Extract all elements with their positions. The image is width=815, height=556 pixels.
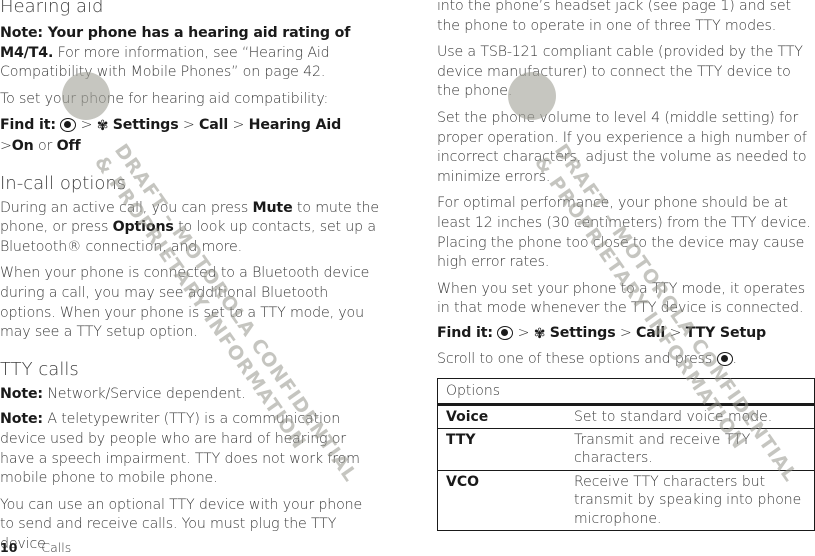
text: A teletypewriter (TTY) is a communicatio… xyxy=(0,411,360,487)
path-off: Off xyxy=(56,137,81,154)
text: Network/Service dependent. xyxy=(42,385,246,402)
page-footer: 10 Calls xyxy=(0,540,71,555)
note-label: Note: xyxy=(0,385,43,402)
tty-find-it: Find it: > ✾ Settings > Call > TTY Setup xyxy=(437,324,815,345)
hearing-aid-note: Note: Your phone has a hearing aid ratin… xyxy=(0,24,380,83)
find-it-label: Find it: xyxy=(437,324,493,341)
in-call-paragraph-2: When your phone is connected to a Blueto… xyxy=(0,265,370,341)
right-paragraph-3: Set the phone volume to level 4 (middle … xyxy=(437,109,807,185)
path-on: On xyxy=(11,137,34,154)
right-paragraph-1: into the phone’s headset jack (see page … xyxy=(437,0,791,34)
option-desc: Set to standard voice mode. xyxy=(574,403,815,429)
text: Scroll to one of these options and press xyxy=(437,350,717,367)
path-settings: Settings xyxy=(549,324,616,341)
separator: > xyxy=(619,324,632,341)
right-paragraph-2: Use a TSB-121 compliant cable (provided … xyxy=(437,44,803,100)
table-row: VCO Receive TTY characters but transmit … xyxy=(437,469,815,531)
hearing-aid-find-it: Find it: > ✾ Settings > Call > Hearing A… xyxy=(0,116,380,156)
nav-key-icon xyxy=(497,325,514,340)
mute-label: Mute xyxy=(252,199,293,216)
section-title-tty-calls: TTY calls xyxy=(0,358,79,380)
option-name: Voice xyxy=(437,403,574,429)
right-paragraph-4: For optimal performance, your phone shou… xyxy=(437,195,811,271)
section-title-hearing-aid: Hearing aid xyxy=(0,0,104,17)
left-column: Hearing aid Note: Your phone has a heari… xyxy=(0,0,380,554)
right-column: into the phone’s headset jack (see page … xyxy=(437,0,815,531)
nav-key-icon xyxy=(716,351,733,366)
section-name: Calls xyxy=(41,540,72,555)
or-text: or xyxy=(38,137,53,154)
separator: > xyxy=(232,117,245,134)
path-call: Call xyxy=(636,324,666,341)
option-desc: Receive TTY characters but transmit by s… xyxy=(574,469,815,531)
scroll-instruction: Scroll to one of these options and press… xyxy=(437,350,815,370)
page-number: 10 xyxy=(0,540,18,555)
separator: > xyxy=(517,324,530,341)
table-header-row: Options xyxy=(437,378,815,406)
in-call-paragraph-1: During an active call, you can press Mut… xyxy=(0,199,380,258)
tty-options-table: Options Voice Set to standard voice mode… xyxy=(437,378,815,531)
text: During an active call, you can press xyxy=(0,199,253,216)
hearing-aid-instruction: To set your phone for hearing aid compat… xyxy=(0,90,329,107)
table-row: TTY Transmit and receive TTY characters. xyxy=(437,427,815,471)
nav-key-icon xyxy=(60,118,77,133)
separator: > xyxy=(182,117,195,134)
text: . xyxy=(732,350,738,367)
path-tty-setup: TTY Setup xyxy=(685,324,767,341)
section-title-in-call-options: In-call options xyxy=(0,172,127,194)
separator: > xyxy=(0,137,12,154)
tty-note-2: Note: A teletypewriter (TTY) is a commun… xyxy=(0,410,380,488)
note-label: Note: xyxy=(0,411,43,428)
separator: > xyxy=(80,117,93,134)
path-settings: Settings xyxy=(112,117,179,134)
options-label: Options xyxy=(112,219,174,236)
path-call: Call xyxy=(199,117,229,134)
option-name: TTY xyxy=(437,427,574,471)
settings-gear-icon: ✾ xyxy=(96,118,109,135)
separator: > xyxy=(669,324,682,341)
table-header: Options xyxy=(437,378,815,406)
find-it-label: Find it: xyxy=(0,117,56,134)
path-hearing-aid: Hearing Aid xyxy=(248,117,342,134)
tty-note-1: Note: Network/Service dependent. xyxy=(0,385,380,405)
option-desc: Transmit and receive TTY characters. xyxy=(574,427,815,471)
table-row: Voice Set to standard voice mode. xyxy=(437,403,815,429)
right-paragraph-5: When you set your phone to a TTY mode, i… xyxy=(437,280,805,317)
option-name: VCO xyxy=(437,469,574,531)
settings-gear-icon: ✾ xyxy=(533,325,546,342)
